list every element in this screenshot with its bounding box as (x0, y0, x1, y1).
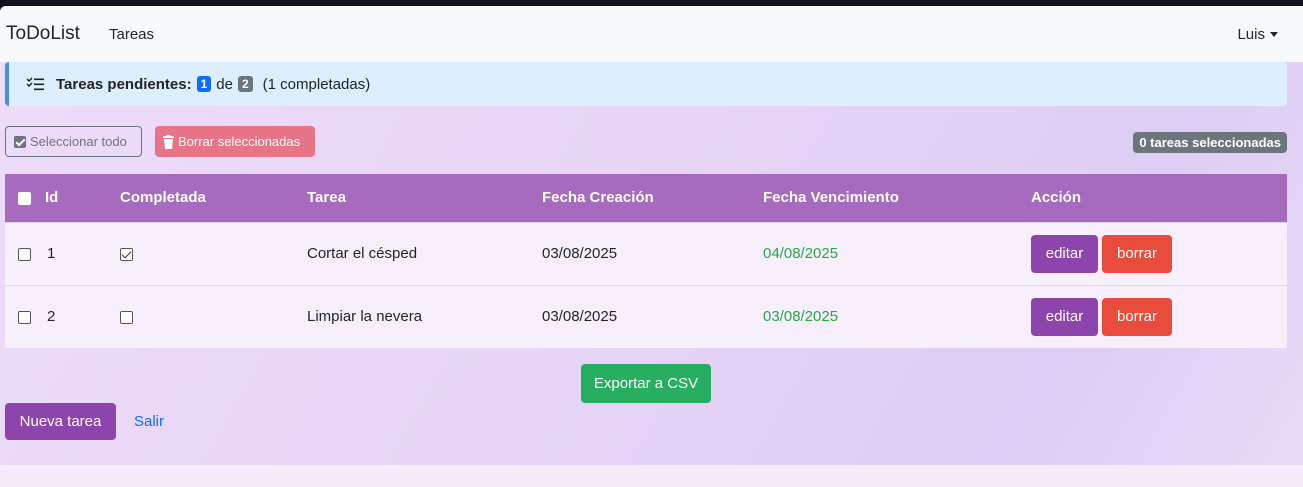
total-count-badge: 2 (237, 76, 253, 92)
column-header-due: Fecha Vencimiento (763, 189, 899, 207)
brand-logo[interactable]: ToDoList (6, 23, 80, 45)
pending-count-badge: 1 (196, 76, 212, 92)
completed-checkbox[interactable] (120, 247, 133, 261)
delete-selected-label: Borrar seleccionadas (178, 134, 301, 149)
alert-title: Tareas pendientes: (56, 75, 192, 93)
check-square-icon (14, 135, 26, 148)
created-date: 03/08/2025 (542, 245, 618, 262)
list-check-icon (26, 77, 44, 91)
user-dropdown[interactable]: Luis (1237, 26, 1278, 43)
column-header-task: Tarea (307, 189, 346, 207)
row-select-checkbox[interactable] (18, 247, 31, 261)
edit-button[interactable]: editar (1031, 297, 1098, 336)
edit-button[interactable]: editar (1031, 234, 1098, 273)
nav-link-tareas[interactable]: Tareas (109, 26, 154, 43)
select-all-label: Seleccionar todo (30, 134, 127, 149)
task-id: 2 (47, 308, 56, 326)
table-header-row: Id Completada Tarea Fecha Creación Fecha… (5, 174, 1287, 222)
export-csv-button[interactable]: Exportar a CSV (581, 364, 711, 403)
delete-button[interactable]: borrar (1102, 234, 1172, 273)
navbar: ToDoList Tareas Luis (0, 6, 1303, 62)
created-date: 03/08/2025 (542, 308, 618, 326)
user-name: Luis (1237, 26, 1265, 43)
exit-link[interactable]: Salir (134, 413, 164, 430)
trash-icon (163, 134, 174, 149)
due-date: 04/08/2025 (763, 245, 839, 262)
select-all-button[interactable]: Seleccionar todo (5, 126, 142, 157)
caret-down-icon (1270, 32, 1278, 37)
table-row: 1 Cortar el césped 03/08/2025 04/08/2025… (5, 222, 1287, 285)
task-name: Limpiar la nevera (307, 308, 423, 326)
delete-button[interactable]: borrar (1102, 297, 1172, 336)
task-id: 1 (47, 245, 56, 262)
column-header-created: Fecha Creación (542, 189, 654, 207)
due-date: 03/08/2025 (763, 308, 839, 326)
select-all-checkbox[interactable] (18, 191, 31, 205)
column-header-action: Acción (1031, 189, 1082, 207)
column-header-id: Id (45, 189, 59, 207)
table-row: 2 Limpiar la nevera 03/08/2025 03/08/202… (5, 285, 1287, 348)
row-select-checkbox[interactable] (18, 310, 31, 324)
task-name: Cortar el césped (307, 245, 418, 262)
selected-count-badge: 0 tareas seleccionadas (1133, 132, 1287, 153)
completed-checkbox[interactable] (120, 310, 133, 324)
footer-band (0, 465, 1303, 487)
new-task-button[interactable]: Nueva tarea (5, 403, 116, 440)
tasks-table: Id Completada Tarea Fecha Creación Fecha… (5, 174, 1287, 348)
app-window: ToDoList Tareas Luis Tareas pendientes: … (0, 6, 1303, 487)
column-header-completed: Completada (120, 189, 206, 207)
completed-count-text: (1 completadas) (262, 75, 371, 93)
delete-selected-button[interactable]: Borrar seleccionadas (155, 126, 315, 157)
alert-of-text: de (216, 75, 233, 93)
pending-tasks-alert: Tareas pendientes: 1 de 2 (1 completadas… (5, 62, 1287, 106)
